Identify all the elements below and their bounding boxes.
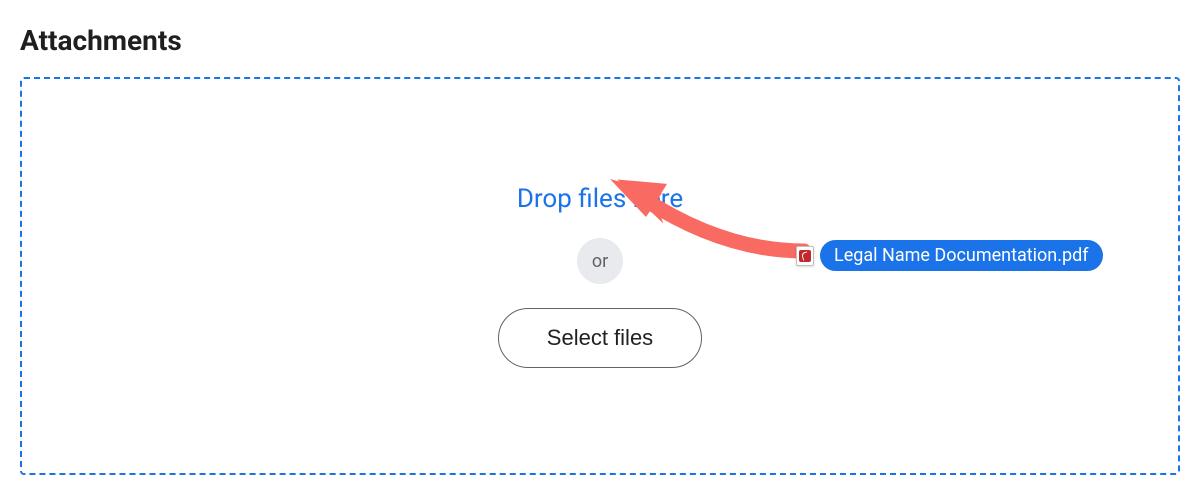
dragged-file-chip: Legal Name Documentation.pdf (796, 240, 1103, 271)
select-files-button[interactable]: Select files (498, 308, 702, 368)
dragged-file-name: Legal Name Documentation.pdf (820, 240, 1103, 271)
drop-hint-text: Drop files here (517, 184, 683, 214)
or-divider: or (577, 238, 623, 284)
file-dropzone[interactable]: Drop files here or Select files (20, 77, 1180, 475)
pdf-icon (796, 246, 814, 266)
section-title: Attachments (0, 0, 1200, 69)
